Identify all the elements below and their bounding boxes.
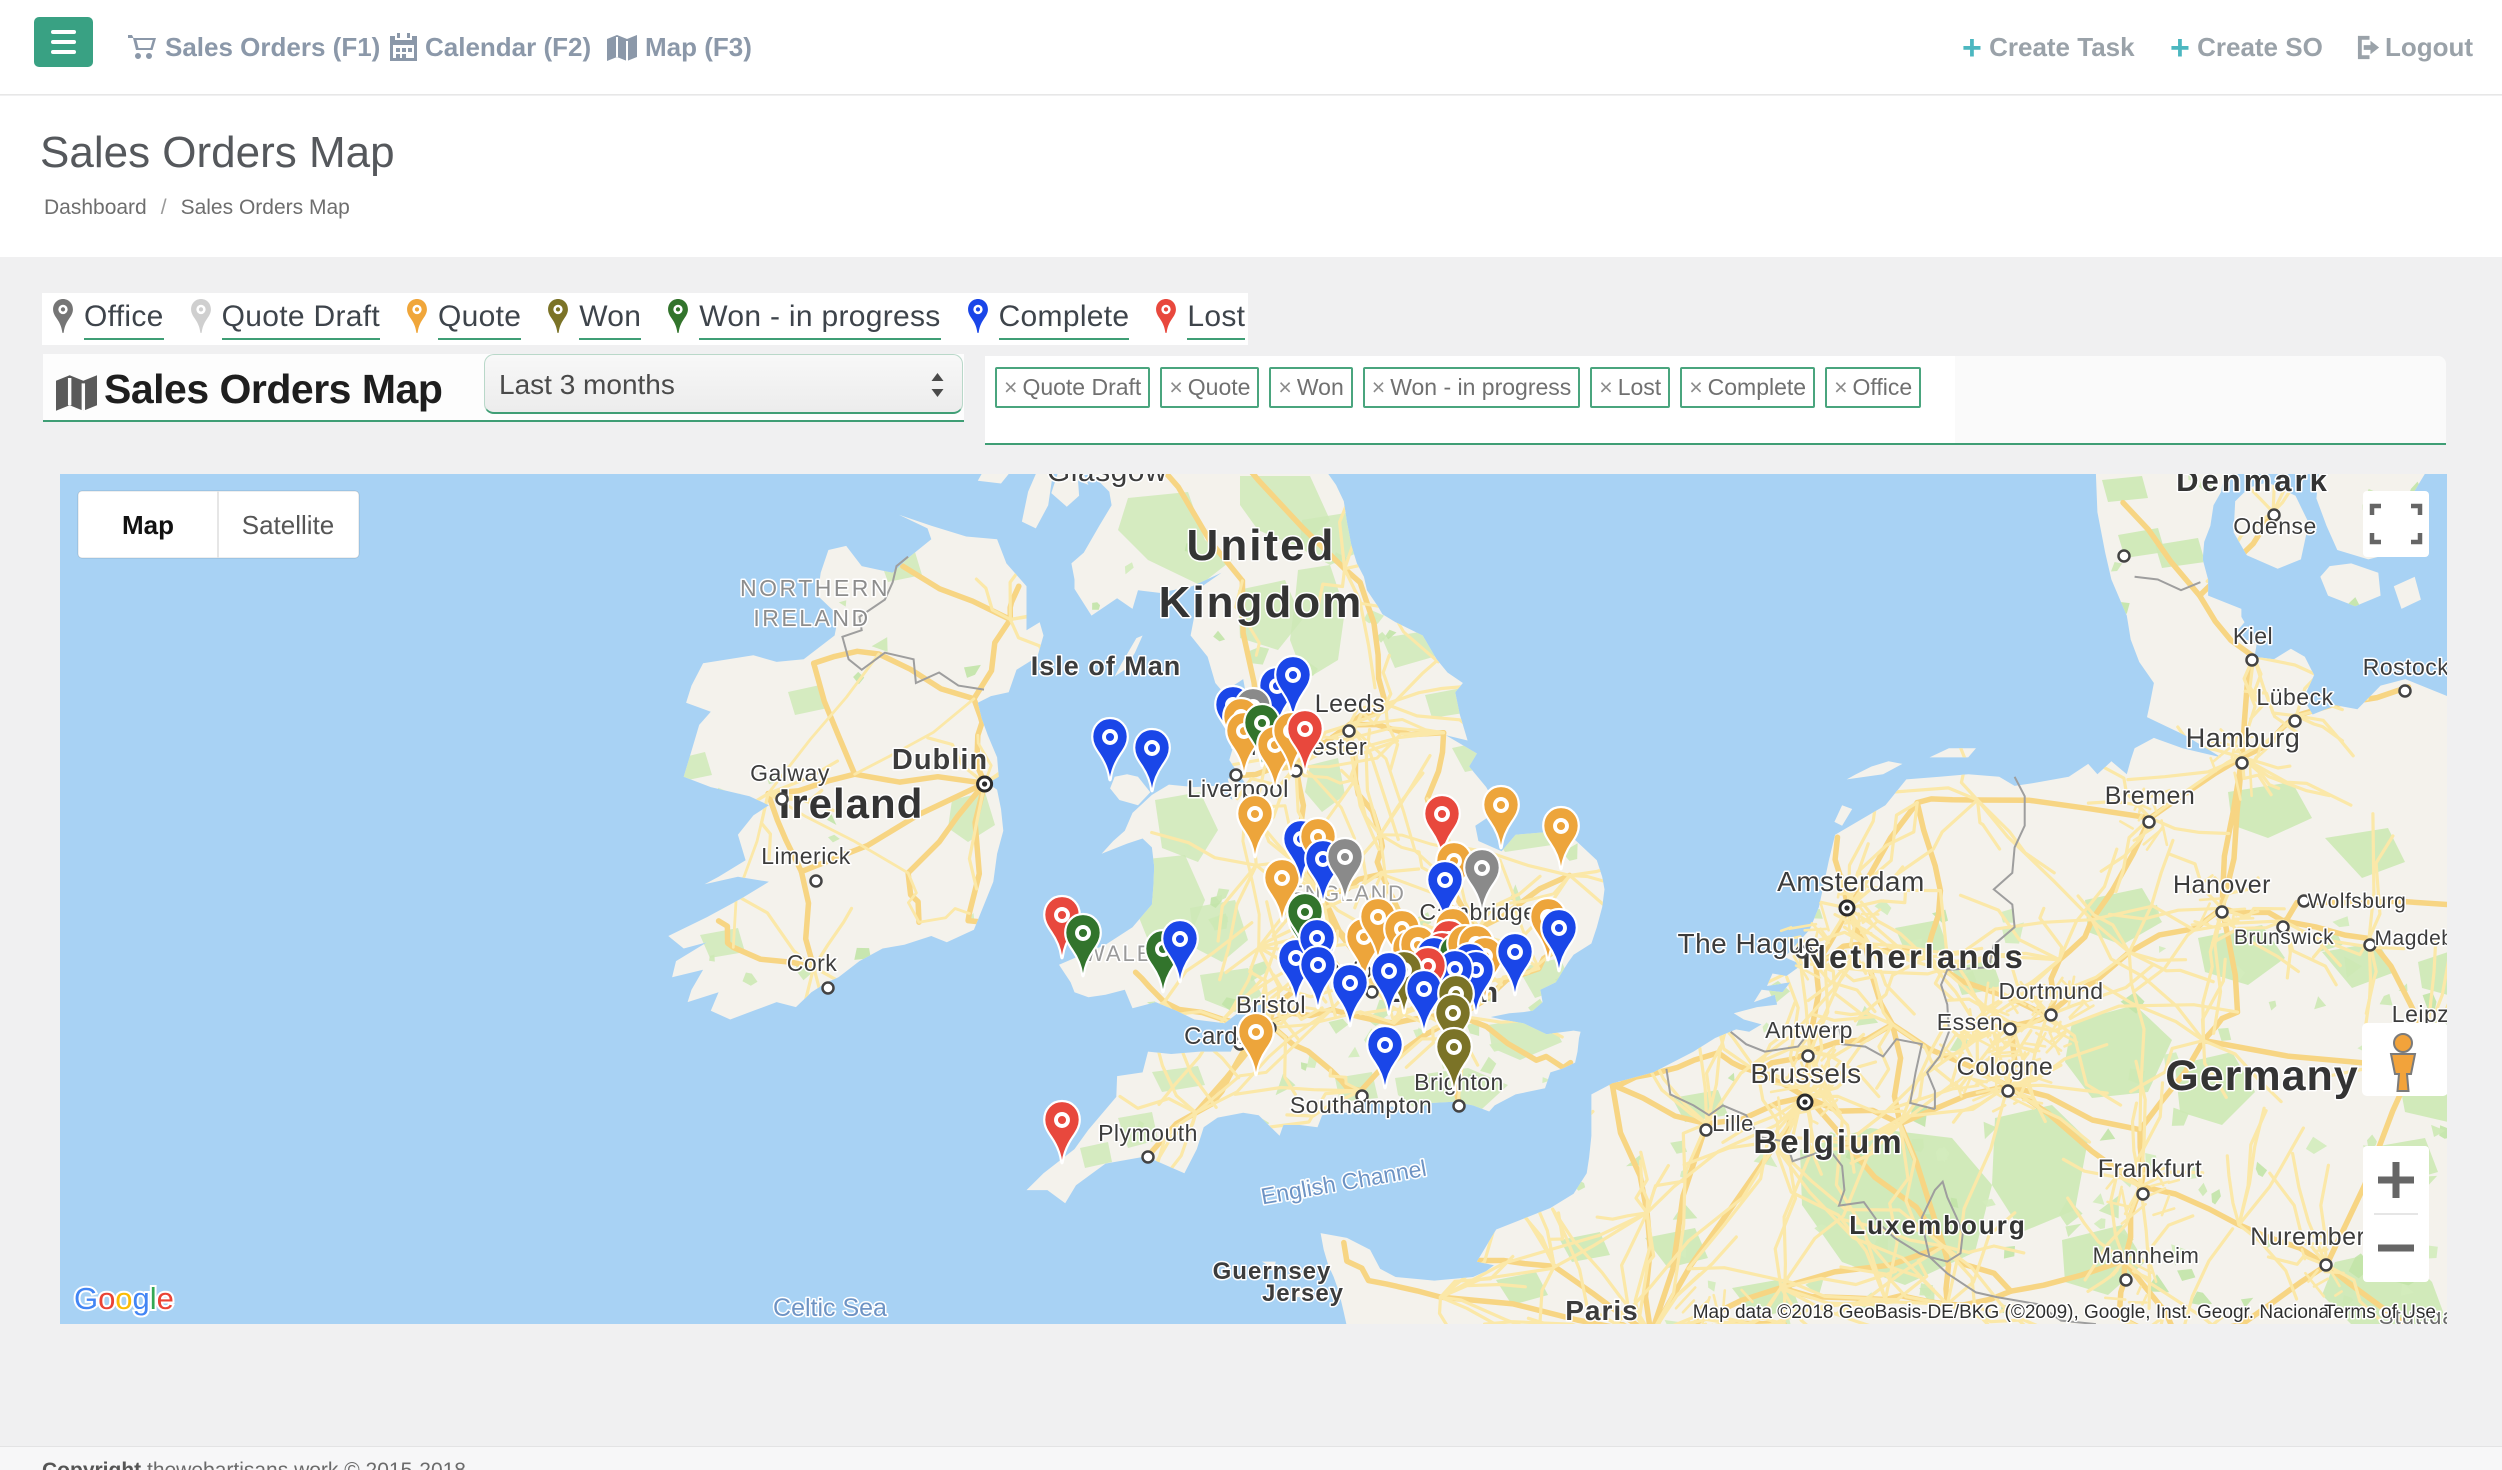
- svg-text:Southampton: Southampton: [1290, 1092, 1432, 1118]
- svg-text:Luxembourg: Luxembourg: [1849, 1210, 2026, 1240]
- svg-text:Cork: Cork: [787, 950, 838, 976]
- svg-text:Isle of Man: Isle of Man: [1031, 651, 1182, 681]
- svg-text:Plymouth: Plymouth: [1098, 1120, 1198, 1146]
- svg-text:Dublin: Dublin: [892, 744, 988, 776]
- svg-text:Jersey: Jersey: [1262, 1280, 1344, 1307]
- svg-text:Glasgow: Glasgow: [1047, 474, 1167, 488]
- svg-text:Map: Map: [122, 510, 174, 540]
- svg-text:Dortmund: Dortmund: [1999, 978, 2104, 1004]
- svg-text:o: o: [115, 1281, 132, 1316]
- svg-text:Amsterdam: Amsterdam: [1777, 866, 1925, 897]
- svg-text:Galway: Galway: [750, 760, 830, 786]
- svg-text:Kingdom: Kingdom: [1159, 578, 1364, 627]
- svg-text:IRELAND: IRELAND: [753, 605, 870, 631]
- svg-text:Cologne: Cologne: [1957, 1053, 2054, 1081]
- svg-text:e: e: [157, 1281, 174, 1316]
- svg-text:Essen: Essen: [1937, 1009, 2003, 1035]
- svg-text:Antwerp: Antwerp: [1765, 1017, 1853, 1043]
- svg-text:g: g: [133, 1281, 150, 1316]
- svg-text:Hanover: Hanover: [2173, 871, 2271, 899]
- svg-text:Rostock: Rostock: [2363, 654, 2447, 680]
- svg-text:Bremen: Bremen: [2105, 782, 2196, 810]
- svg-text:Belgium: Belgium: [1753, 1123, 1904, 1160]
- svg-text:Lübeck: Lübeck: [2256, 684, 2333, 710]
- svg-text:Map data ©2018 GeoBasis-DE/BKG: Map data ©2018 GeoBasis-DE/BKG (©2009), …: [1693, 1302, 2334, 1323]
- svg-text:Kiel: Kiel: [2233, 623, 2273, 649]
- svg-text:Wolfsburg: Wolfsburg: [2308, 890, 2407, 913]
- svg-text:The Hague: The Hague: [1677, 928, 1820, 959]
- svg-text:Mannheim: Mannheim: [2093, 1243, 2200, 1268]
- svg-text:Germany: Germany: [2165, 1052, 2358, 1100]
- svg-text:Netherlands: Netherlands: [1802, 938, 2026, 975]
- svg-text:Leeds: Leeds: [1315, 690, 1386, 718]
- svg-text:l: l: [150, 1281, 157, 1316]
- svg-text:Lille: Lille: [1712, 1111, 1754, 1136]
- svg-text:United: United: [1187, 521, 1336, 570]
- svg-text:NORTHERN: NORTHERN: [740, 575, 890, 601]
- svg-text:Odense: Odense: [2233, 513, 2317, 539]
- svg-text:Nuremberg: Nuremberg: [2250, 1223, 2380, 1251]
- svg-text:Ireland: Ireland: [779, 780, 924, 827]
- svg-text:Brussels: Brussels: [1750, 1058, 1861, 1089]
- svg-text:Limerick: Limerick: [761, 843, 851, 869]
- svg-text:Hamburg: Hamburg: [2186, 723, 2301, 753]
- svg-text:Satellite: Satellite: [242, 510, 335, 540]
- svg-text:Magdeb: Magdeb: [2375, 927, 2447, 950]
- svg-text:Denmark: Denmark: [2176, 474, 2330, 498]
- svg-text:Paris: Paris: [1565, 1295, 1639, 1324]
- svg-text:o: o: [98, 1281, 115, 1316]
- svg-text:Celtic Sea: Celtic Sea: [773, 1294, 887, 1322]
- svg-text:Terms of Use: Terms of Use: [2324, 1302, 2436, 1323]
- svg-text:Frankfurt: Frankfurt: [2098, 1155, 2203, 1183]
- svg-text:G: G: [74, 1281, 98, 1316]
- svg-text:Brunswick: Brunswick: [2234, 926, 2334, 949]
